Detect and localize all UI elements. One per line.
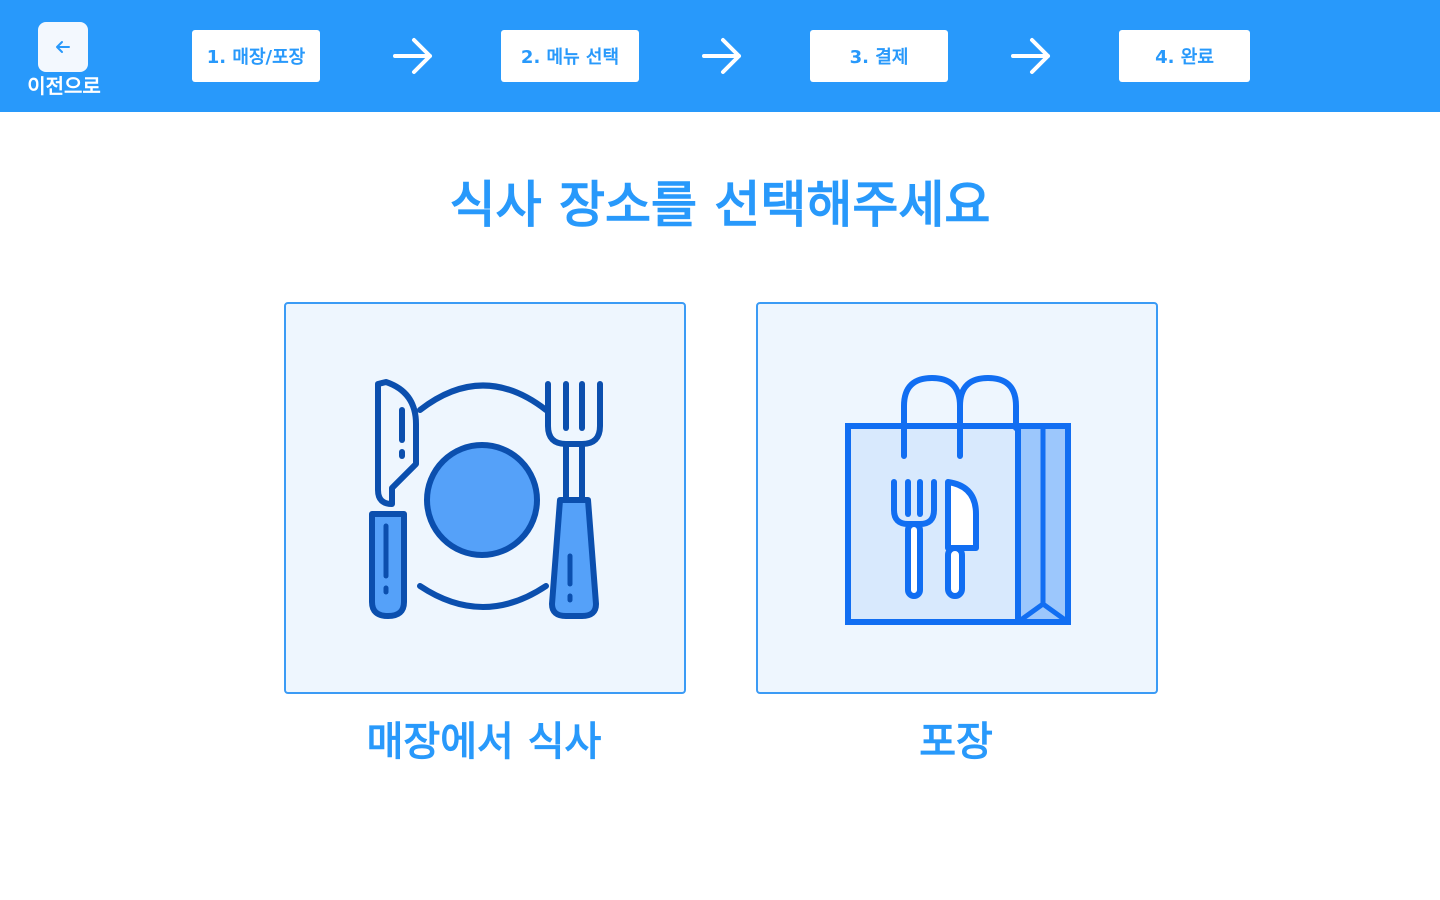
plate-cutlery-icon: [369, 379, 603, 619]
step-2-menu-select: 2. 메뉴 선택: [501, 30, 639, 82]
dine-in-label[interactable]: 매장에서 식사: [284, 712, 684, 772]
takeout-card[interactable]: [756, 302, 1158, 694]
step-4-complete: 4. 완료: [1119, 30, 1250, 82]
top-bar: 이전으로 1. 매장/포장 2. 메뉴 선택 3. 결제 4. 완료: [0, 0, 1440, 112]
back-button-label[interactable]: 이전으로: [14, 72, 114, 100]
back-button[interactable]: [38, 22, 88, 72]
arrow-left-icon: [56, 41, 70, 53]
step-1-dine-option: 1. 매장/포장: [192, 30, 320, 82]
takeout-bag-icon: [845, 374, 1071, 625]
dine-in-card[interactable]: [284, 302, 686, 694]
takeout-label[interactable]: 포장: [756, 712, 1156, 772]
step-3-payment: 3. 결제: [810, 30, 948, 82]
arrow-right-icon: [1011, 38, 1050, 74]
arrow-right-icon: [702, 38, 741, 74]
page-title: 식사 장소를 선택해주세요: [449, 176, 991, 234]
arrow-right-icon: [393, 38, 432, 74]
